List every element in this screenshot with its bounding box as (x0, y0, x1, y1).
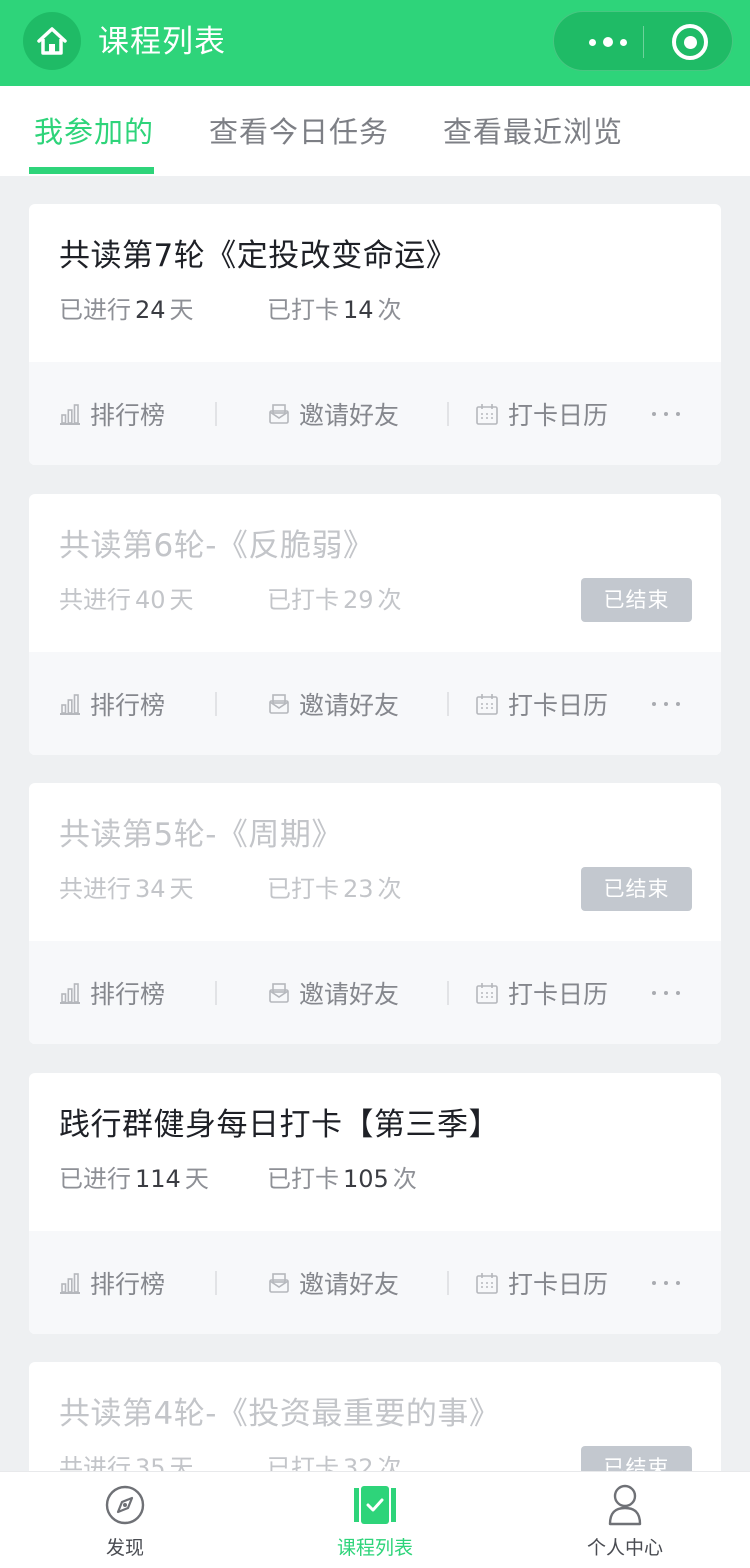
bottom-navigation: 发现 课程列表 个人中心 (0, 1471, 750, 1568)
page-title: 课程列表 (98, 24, 226, 60)
more-options-button[interactable] (652, 412, 680, 416)
bar-chart-icon (60, 404, 80, 425)
card-action-bar: 排行榜 邀请好友 打卡日历 (29, 941, 721, 1044)
mini-program-capsule (553, 11, 733, 71)
calendar-icon (476, 404, 498, 425)
more-dots-icon (589, 38, 596, 46)
top-navigation-bar: 课程列表 (0, 0, 750, 86)
course-title: 共读第5轮-《周期》 (59, 817, 343, 853)
ranking-button[interactable]: 排行榜 (59, 394, 165, 434)
compass-icon (105, 1485, 145, 1525)
invite-friends-button[interactable]: 邀请好友 (268, 394, 399, 434)
envelope-icon (269, 1273, 289, 1293)
nav-course-list[interactable]: 课程列表 (250, 1472, 500, 1568)
ended-badge: 已结束 (581, 867, 692, 911)
more-options-button[interactable] (652, 702, 680, 706)
active-tab-indicator (29, 167, 154, 174)
bar-chart-icon (60, 983, 80, 1004)
ranking-button[interactable]: 排行榜 (59, 1263, 165, 1303)
close-button[interactable] (672, 24, 708, 60)
calendar-icon (476, 694, 498, 715)
nav-label: 课程列表 (336, 1537, 413, 1559)
checkin-calendar-button[interactable]: 打卡日历 (475, 684, 608, 724)
ranking-button[interactable]: 排行榜 (59, 684, 165, 724)
days-stat: 已进行 24 天 (59, 296, 194, 324)
calendar-icon (476, 1273, 498, 1294)
home-icon (37, 27, 67, 55)
course-card[interactable]: 共读第5轮-《周期》 共进行 34 天 已打卡 23 次 已结束 排行榜 邀请好友 打卡… (29, 783, 721, 1044)
days-stat: 已进行 114 天 (59, 1165, 209, 1193)
bar-chart-icon (60, 694, 80, 715)
card-action-bar: 排行榜 邀请好友 打卡日历 (29, 652, 721, 755)
tab-joined[interactable]: 我参加的 (34, 112, 154, 152)
calendar-icon (476, 983, 498, 1004)
nav-label: 发现 (105, 1537, 144, 1559)
course-list-icon (354, 1486, 396, 1524)
bar-chart-icon (60, 1273, 80, 1294)
ranking-button[interactable]: 排行榜 (59, 973, 165, 1013)
course-title: 共读第6轮-《反脆弱》 (59, 528, 375, 564)
days-stat: 共进行 40 天 (59, 586, 194, 614)
checkins-stat: 已打卡 14 次 (267, 296, 402, 324)
more-options-button[interactable] (652, 1281, 680, 1285)
checkins-stat: 已打卡 105 次 (267, 1165, 417, 1193)
course-card[interactable]: 共读第6轮-《反脆弱》 共进行 40 天 已打卡 29 次 已结束 排行榜 邀请好友 打… (29, 494, 721, 755)
checkins-stat: 已打卡 29 次 (267, 586, 402, 614)
target-icon (683, 35, 697, 49)
tab-bar: 我参加的 查看今日任务 查看最近浏览 (0, 86, 750, 176)
days-stat: 共进行 34 天 (59, 875, 194, 903)
tab-today-tasks[interactable]: 查看今日任务 (209, 112, 389, 152)
more-options-button[interactable] (652, 991, 680, 995)
person-icon (608, 1484, 642, 1526)
ended-badge: 已结束 (581, 578, 692, 622)
checkins-stat: 已打卡 23 次 (267, 875, 402, 903)
checkin-calendar-button[interactable]: 打卡日历 (475, 973, 608, 1013)
card-action-bar: 排行榜 邀请好友 打卡日历 (29, 1231, 721, 1334)
course-title: 践行群健身每日打卡【第三季】 (59, 1107, 500, 1143)
envelope-icon (269, 983, 289, 1003)
invite-friends-button[interactable]: 邀请好友 (268, 973, 399, 1013)
envelope-icon (269, 404, 289, 424)
course-title: 共读第7轮《定投改变命运》 (59, 238, 458, 274)
checkin-calendar-button[interactable]: 打卡日历 (475, 1263, 608, 1303)
course-card[interactable]: 践行群健身每日打卡【第三季】 已进行 114 天 已打卡 105 次 排行榜 邀请好友 … (29, 1073, 721, 1334)
course-title: 共读第4轮-《投资最重要的事》 (59, 1396, 501, 1432)
checkin-calendar-button[interactable]: 打卡日历 (475, 394, 608, 434)
card-action-bar: 排行榜 邀请好友 打卡日历 (29, 362, 721, 465)
envelope-icon (269, 694, 289, 714)
invite-friends-button[interactable]: 邀请好友 (268, 684, 399, 724)
invite-friends-button[interactable]: 邀请好友 (268, 1263, 399, 1303)
nav-profile[interactable]: 个人中心 (500, 1472, 750, 1568)
course-card[interactable]: 共读第7轮《定投改变命运》 已进行 24 天 已打卡 14 次 排行榜 邀请好友 打卡日… (29, 204, 721, 465)
tab-recent-views[interactable]: 查看最近浏览 (443, 112, 623, 152)
home-button[interactable] (23, 12, 81, 70)
more-button[interactable] (574, 12, 642, 72)
nav-discover[interactable]: 发现 (0, 1472, 250, 1568)
nav-label: 个人中心 (586, 1537, 663, 1559)
